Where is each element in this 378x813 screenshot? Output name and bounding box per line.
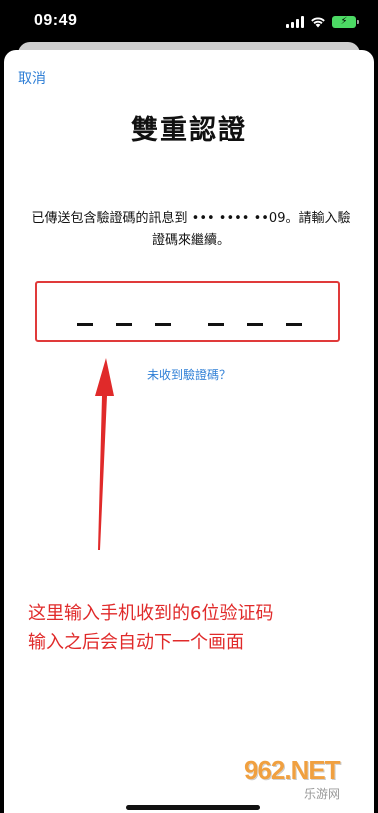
verification-message: 已傳送包含驗證碼的訊息到 ••• •••• ••09。請輸入驗證碼來繼續。: [31, 211, 351, 248]
annotation-line-2: 输入之后会自动下一个画面: [28, 632, 244, 653]
code-slot[interactable]: [247, 323, 263, 326]
code-slot[interactable]: [77, 323, 93, 326]
watermark-logo: 962.NET 乐游网: [244, 755, 372, 801]
status-time: 09:49: [34, 12, 78, 29]
code-slots: [77, 323, 303, 327]
wifi-icon: [311, 17, 325, 28]
code-slot[interactable]: [116, 323, 132, 326]
code-slot[interactable]: [208, 323, 224, 326]
watermark-sub: 乐游网: [304, 787, 341, 801]
code-slot[interactable]: [155, 323, 171, 326]
status-icons: ⚡: [286, 14, 359, 30]
verification-code-input[interactable]: [35, 281, 340, 342]
watermark-main: 962.NET: [244, 755, 341, 785]
cancel-button[interactable]: 取消: [18, 68, 46, 88]
code-slot[interactable]: [286, 323, 302, 326]
home-indicator[interactable]: [126, 805, 260, 810]
two-factor-sheet: 取消 雙重認證 已傳送包含驗證碼的訊息到 ••• •••• ••09。請輸入驗證…: [4, 50, 374, 813]
resend-code-link[interactable]: 未收到驗證碼？: [4, 366, 374, 383]
charging-bolt-icon: ⚡: [340, 16, 348, 27]
signal-bars-icon: [286, 16, 304, 28]
annotation-text: 这里输入手机收到的6位验证码 输入之后会自动下一个画面: [28, 599, 358, 657]
annotation-arrow-icon: [95, 358, 114, 550]
status-bar: 09:49 ⚡: [0, 0, 378, 44]
annotation-line-1: 这里输入手机收到的6位验证码: [28, 603, 274, 624]
page-title: 雙重認證: [131, 115, 247, 146]
battery-charging-icon: ⚡: [332, 16, 359, 28]
